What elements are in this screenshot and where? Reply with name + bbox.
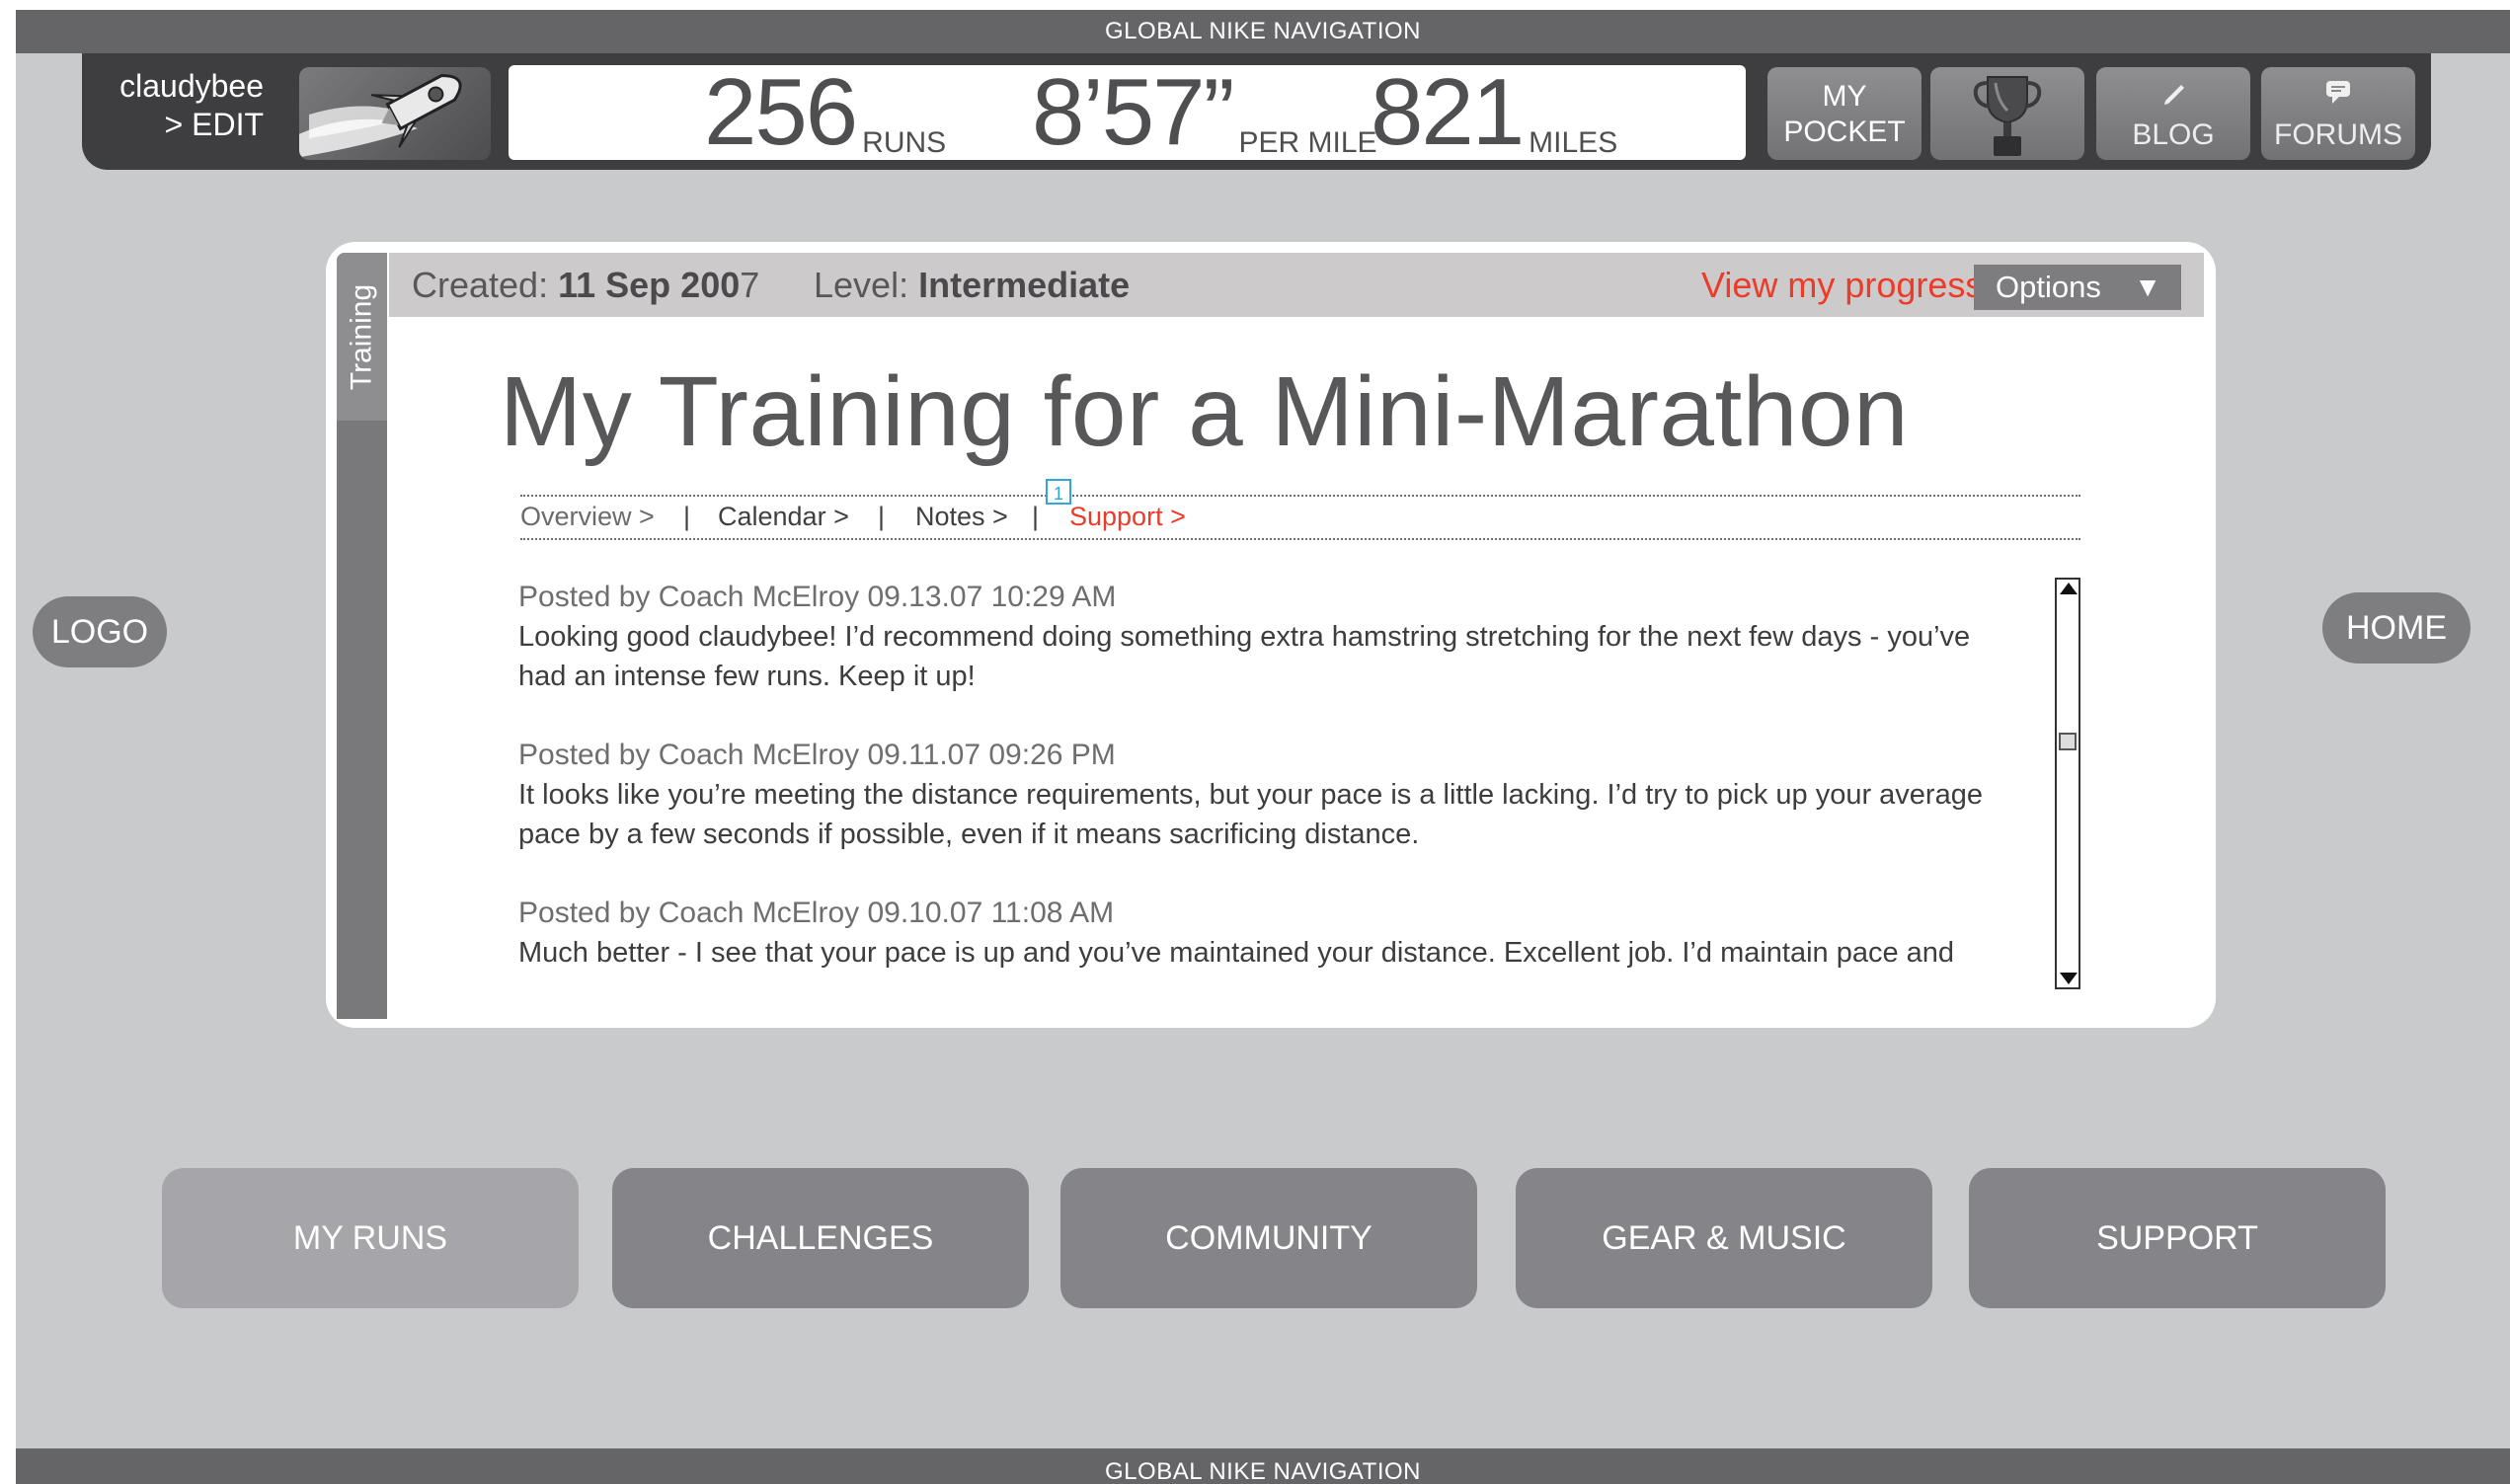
list-item: Posted by Coach McElroy 09.11.07 09:26 P… xyxy=(518,736,2039,854)
speech-bubble-icon xyxy=(2326,81,2350,104)
training-card: Training Created: 11 Sep 2007 Level: Int… xyxy=(326,242,2216,1028)
scroll-up-arrow-icon[interactable] xyxy=(2060,583,2078,594)
forums-button[interactable]: FORUMS xyxy=(2261,67,2415,160)
list-item: Posted by Coach McElroy 09.10.07 11:08 A… xyxy=(518,894,2039,973)
post-body: Much better - I see that your pace is up… xyxy=(518,937,1955,969)
subnav-notes[interactable]: Notes > xyxy=(915,501,1008,532)
miles-unit: MILES xyxy=(1529,126,1618,159)
training-tab-label: Training xyxy=(345,283,378,391)
level-label: Level: xyxy=(814,265,909,305)
nav-gear-music[interactable]: GEAR & MUSIC xyxy=(1516,1168,1932,1308)
pace-value: 8’57” xyxy=(1032,59,1234,165)
logo-button[interactable]: LOGO xyxy=(33,596,167,667)
nav-my-runs[interactable]: MY RUNS xyxy=(162,1168,579,1308)
post-meta: Posted by Coach McElroy 09.13.07 10:29 A… xyxy=(518,581,1117,613)
my-pocket-button[interactable]: MY POCKET xyxy=(1767,67,1922,160)
miles-value: 821 xyxy=(1371,59,1525,165)
my-pocket-line2: POCKET xyxy=(1783,116,1906,148)
forums-label: FORUMS xyxy=(2274,118,2402,151)
list-item: Posted by Coach McElroy 09.13.07 10:29 A… xyxy=(518,578,2039,696)
user-block: claudybee > EDIT xyxy=(112,67,264,144)
level-info: Level: Intermediate xyxy=(814,253,1130,317)
username: claudybee xyxy=(119,68,264,104)
post-meta: Posted by Coach McElroy 09.11.07 09:26 P… xyxy=(518,739,1116,771)
stats-bar: claudybee > EDIT 256 RUNS 8’57” PER MILE… xyxy=(82,53,2431,170)
rocket-icon xyxy=(299,74,462,158)
annotation-badge: 1 xyxy=(1046,479,1071,505)
global-nav-top[interactable]: GLOBAL NIKE NAVIGATION xyxy=(16,10,2510,53)
post-body: Looking good claudybee! I’d recommend do… xyxy=(518,621,1971,653)
created-date: 11 Sep 200 xyxy=(558,265,741,305)
coach-posts-list: Posted by Coach McElroy 09.13.07 10:29 A… xyxy=(518,578,2039,992)
stat-miles: 821 MILES xyxy=(1371,65,1617,160)
training-side-tab[interactable]: Training xyxy=(337,253,387,1019)
post-body: pace by a few seconds if possible, even … xyxy=(518,819,1420,850)
global-nav-bottom[interactable]: GLOBAL NIKE NAVIGATION xyxy=(16,1448,2510,1484)
blog-button[interactable]: BLOG xyxy=(2096,67,2250,160)
post-body: had an intense few runs. Keep it up! xyxy=(518,661,976,692)
my-pocket-line1: MY xyxy=(1822,80,1867,113)
plan-header-bar: Created: 11 Sep 2007 Level: Intermediate… xyxy=(389,253,2204,317)
run-stats-panel: 256 RUNS 8’57” PER MILE 821 MILES xyxy=(509,65,1746,160)
trophy-icon xyxy=(1973,76,2042,156)
scroll-down-arrow-icon[interactable] xyxy=(2060,973,2078,984)
plan-subnav: Overview > | Calendar > | Notes > | Supp… xyxy=(520,479,2080,540)
subnav-separator: | xyxy=(1032,502,1040,531)
options-dropdown[interactable]: Options ▼ xyxy=(1974,265,2181,310)
pencil-icon xyxy=(2164,85,2184,105)
home-button[interactable]: HOME xyxy=(2322,592,2471,664)
avatar[interactable] xyxy=(299,67,491,160)
created-date-tail: 7 xyxy=(740,265,760,305)
created-info: Created: 11 Sep 2007 xyxy=(412,253,759,317)
subnav-separator: | xyxy=(683,502,691,531)
dropdown-arrow-icon: ▼ xyxy=(2134,272,2161,302)
runs-unit: RUNS xyxy=(862,126,947,159)
subnav-support[interactable]: Support > xyxy=(1069,501,1186,532)
post-body: It looks like you’re meeting the distanc… xyxy=(518,779,1983,811)
post-meta: Posted by Coach McElroy 09.10.07 11:08 A… xyxy=(518,897,1115,929)
runs-value: 256 xyxy=(704,59,858,165)
nav-support[interactable]: SUPPORT xyxy=(1969,1168,2386,1308)
stat-runs: 256 RUNS xyxy=(704,65,946,160)
options-label: Options xyxy=(1996,270,2101,304)
blog-label: BLOG xyxy=(2132,118,2215,151)
page-title: My Training for a Mini-Marathon xyxy=(500,356,1910,467)
view-progress-link[interactable]: View my progress > xyxy=(1701,253,2013,317)
edit-profile-link[interactable]: > EDIT xyxy=(112,106,264,144)
created-label: Created: xyxy=(412,265,549,305)
trophy-button[interactable] xyxy=(1930,67,2084,160)
subnav-calendar[interactable]: Calendar > xyxy=(718,501,849,532)
nav-community[interactable]: COMMUNITY xyxy=(1060,1168,1477,1308)
level-value: Intermediate xyxy=(918,265,1131,305)
nav-challenges[interactable]: CHALLENGES xyxy=(612,1168,1029,1308)
pace-unit: PER MILE xyxy=(1238,126,1377,159)
posts-scrollbar[interactable] xyxy=(2055,578,2080,989)
scroll-thumb[interactable] xyxy=(2059,733,2077,750)
subnav-overview[interactable]: Overview > xyxy=(520,501,655,532)
stat-pace: 8’57” PER MILE xyxy=(1032,65,1377,160)
wireframe-page: GLOBAL NIKE NAVIGATION claudybee > EDIT xyxy=(16,10,2510,1484)
subnav-separator: | xyxy=(878,502,886,531)
